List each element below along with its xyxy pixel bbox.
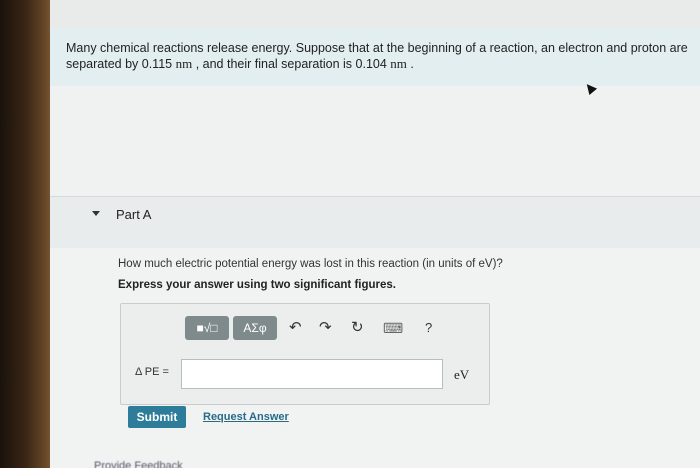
problem-text-2: , and their final separation is <box>192 57 356 71</box>
submit-button[interactable]: Submit <box>128 406 186 428</box>
problem-text-3: . <box>406 57 414 71</box>
answer-unit: eV <box>454 367 470 382</box>
request-answer-link[interactable]: Request Answer <box>203 411 289 423</box>
provide-feedback-link[interactable]: Provide Feedback <box>94 460 183 468</box>
redo-icon[interactable]: ↷ <box>319 319 332 337</box>
part-a-content: How much electric potential energy was l… <box>50 248 700 468</box>
undo-icon[interactable]: ↶ <box>289 319 302 337</box>
initial-separation-unit: nm <box>175 56 193 71</box>
collapse-triangle-icon[interactable] <box>92 211 100 216</box>
part-title: Part A <box>116 207 152 222</box>
template-button[interactable]: ■√□ <box>185 316 229 340</box>
spacer <box>50 86 700 196</box>
answer-box: ■√□ AΣφ ↶ ↷ ↻ ⌨ ? Δ PE = eV <box>120 303 490 405</box>
keyboard-icon[interactable]: ⌨ <box>383 319 403 337</box>
reset-icon[interactable]: ↻ <box>351 319 364 337</box>
help-icon[interactable]: ? <box>425 319 432 337</box>
question-text: How much electric potential energy was l… <box>118 258 503 270</box>
screen: Many chemical reactions release energy. … <box>50 0 700 468</box>
answer-input[interactable] <box>181 359 443 389</box>
instruction-text: Express your answer using two significan… <box>118 279 396 291</box>
symbols-button[interactable]: AΣφ <box>233 316 277 340</box>
answer-label: Δ PE = <box>135 366 169 378</box>
problem-text: Many chemical reactions release energy. … <box>66 40 691 72</box>
top-strip <box>50 0 700 28</box>
final-separation-unit: nm <box>390 56 407 71</box>
part-a-header[interactable]: Part A <box>50 196 700 249</box>
final-separation-value: 0.104 <box>355 57 387 71</box>
initial-separation-value: 0.115 <box>141 57 173 71</box>
problem-statement: Many chemical reactions release energy. … <box>50 28 700 86</box>
